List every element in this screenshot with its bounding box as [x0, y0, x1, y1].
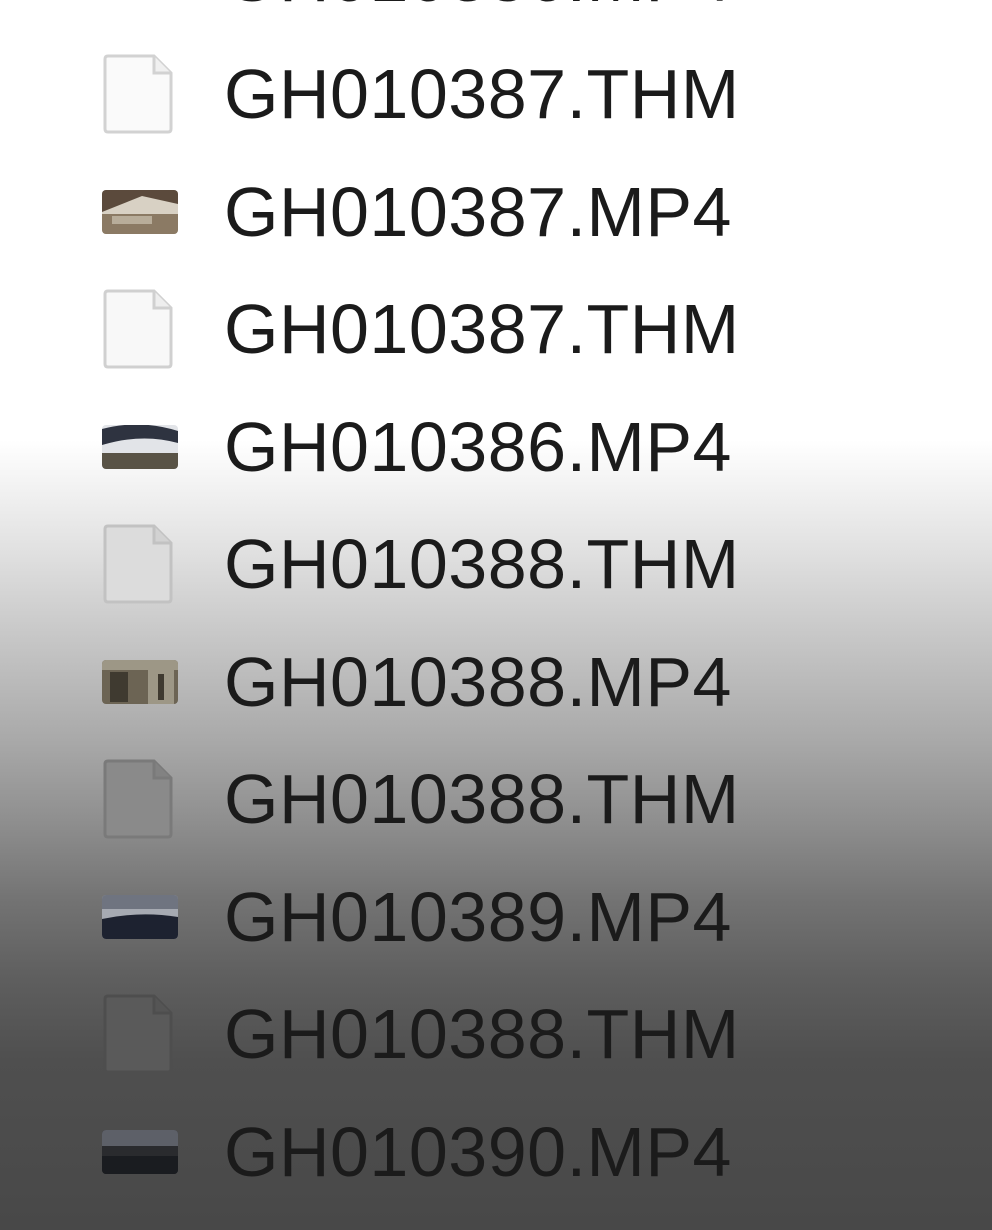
file-row[interactable]: GH010390.MP4: [0, 1093, 992, 1211]
file-name: GH010388.THM: [224, 525, 740, 604]
file-name: GH010387.THM: [224, 290, 740, 369]
file-row[interactable]: GH010389.MP4: [0, 858, 992, 976]
file-row[interactable]: GH010388.THM: [0, 741, 992, 859]
file-name: GH010386.MP4: [224, 0, 732, 12]
blank-document-icon: [102, 758, 174, 840]
blank-document-icon: [102, 288, 174, 370]
file-row[interactable]: GH010388.THM: [0, 506, 992, 624]
file-list: GH010386.MP4 GH010387.THM GH010387.MP4: [0, 0, 992, 1211]
video-thumbnail-icon: [102, 894, 178, 939]
file-name: GH010389.MP4: [224, 877, 732, 956]
file-row[interactable]: GH010387.THM: [0, 271, 992, 389]
blank-document-icon: [102, 53, 174, 135]
file-browser: { "files": [ {"name": "GH010386.MP4", "t…: [0, 0, 992, 1230]
file-name: GH010387.THM: [224, 55, 740, 134]
file-row[interactable]: GH010386.MP4: [0, 0, 992, 36]
file-row[interactable]: GH010388.THM: [0, 976, 992, 1094]
video-thumbnail-icon: [102, 1129, 178, 1174]
video-thumbnail-icon: [102, 659, 178, 704]
video-thumbnail-icon: [102, 189, 178, 234]
file-row[interactable]: GH010386.MP4: [0, 388, 992, 506]
file-name: GH010388.THM: [224, 995, 740, 1074]
file-row[interactable]: GH010387.MP4: [0, 153, 992, 271]
file-name: GH010388.MP4: [224, 642, 732, 721]
file-name: GH010386.MP4: [224, 407, 732, 486]
video-thumbnail-icon: [102, 424, 178, 469]
file-name: GH010390.MP4: [224, 1112, 732, 1191]
blank-document-icon: [102, 523, 174, 605]
file-name: GH010387.MP4: [224, 172, 732, 251]
file-row[interactable]: GH010387.THM: [0, 36, 992, 154]
file-row[interactable]: GH010388.MP4: [0, 623, 992, 741]
file-name: GH010388.THM: [224, 760, 740, 839]
blank-document-icon: [102, 993, 174, 1075]
